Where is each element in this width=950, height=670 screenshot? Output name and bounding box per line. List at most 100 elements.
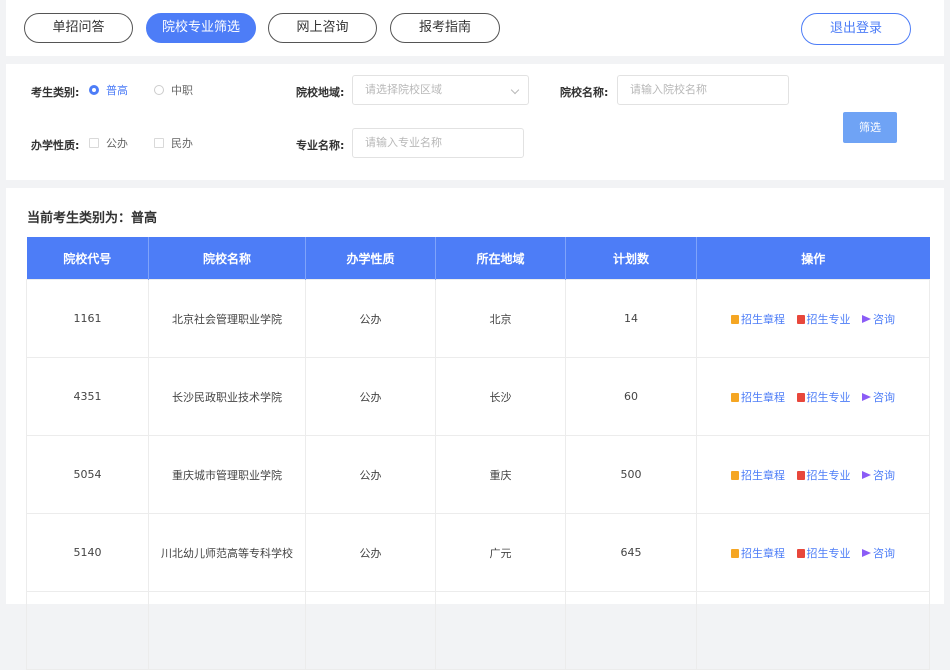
current-category-text: 当前考生类别为：普高	[27, 211, 158, 226]
brochure-label: 招生章程	[741, 468, 785, 482]
radio-general-high-label[interactable]: 普高	[106, 82, 128, 98]
cell-region: 北京	[435, 279, 566, 358]
brochure-label: 招生章程	[741, 546, 785, 560]
list-icon	[796, 470, 805, 480]
table-body: 1161 北京社会管理职业学院 公办 北京 14 招生章程 招生专业 咨询 43…	[26, 279, 930, 670]
table-row	[26, 591, 930, 670]
header-nature: 办学性质	[305, 237, 436, 280]
school-name-label: 院校名称:	[560, 86, 609, 99]
list-icon	[796, 392, 805, 402]
tab-school-major-filter[interactable]: 院校专业筛选	[146, 13, 256, 43]
checkbox-public-label[interactable]: 公办	[106, 135, 128, 151]
cell-actions	[696, 591, 930, 670]
brochure-label: 招生章程	[741, 312, 785, 326]
consult-link[interactable]: 咨询	[862, 547, 895, 560]
major-name-placeholder: 请输入专业名称	[365, 136, 442, 149]
student-type-label: 考生类别:	[31, 86, 80, 99]
cell-plan-count: 500	[565, 435, 697, 514]
consult-label: 咨询	[873, 312, 895, 326]
region-label: 院校地域:	[296, 86, 345, 99]
table-row: 4351 长沙民政职业技术学院 公办 长沙 60 招生章程 招生专业 咨询	[26, 357, 930, 436]
consult-label: 咨询	[873, 546, 895, 560]
majors-label: 招生专业	[806, 546, 851, 560]
header-school-name: 院校名称	[148, 237, 306, 280]
cell-school-name	[148, 591, 306, 670]
brochure-link[interactable]: 招生章程	[731, 469, 785, 482]
consult-link[interactable]: 咨询	[862, 469, 895, 482]
cell-school-code: 1161	[26, 279, 149, 358]
cell-school-name: 北京社会管理职业学院	[148, 279, 306, 358]
cell-school-name: 川北幼儿师范高等专科学校	[148, 513, 306, 592]
cell-actions: 招生章程 招生专业 咨询	[696, 513, 930, 592]
cell-actions: 招生章程 招生专业 咨询	[696, 279, 930, 358]
majors-link[interactable]: 招生专业	[796, 468, 851, 482]
table-row: 1161 北京社会管理职业学院 公办 北京 14 招生章程 招生专业 咨询	[26, 279, 930, 358]
results-table: 院校代号 院校名称 办学性质 所在地域 计划数 操作 1161 北京社会管理职业…	[26, 237, 930, 670]
cell-plan-count: 645	[565, 513, 697, 592]
school-name-input[interactable]: 请输入院校名称	[617, 75, 789, 105]
cell-school-name: 长沙民政职业技术学院	[148, 357, 306, 436]
checkbox-public[interactable]	[89, 138, 99, 148]
cell-plan-count: 60	[565, 357, 697, 436]
header-region: 所在地域	[435, 237, 566, 280]
consult-label: 咨询	[873, 390, 895, 404]
consult-link[interactable]: 咨询	[862, 391, 895, 404]
cell-nature: 公办	[305, 357, 436, 436]
book-icon	[731, 392, 739, 402]
checkbox-private[interactable]	[154, 138, 164, 148]
major-name-label: 专业名称:	[296, 139, 345, 152]
tab-single-recruit-qa[interactable]: 单招问答	[24, 13, 133, 43]
brochure-link[interactable]: 招生章程	[731, 313, 785, 326]
cell-school-code: 5140	[26, 513, 149, 592]
header-school-code: 院校代号	[26, 237, 149, 280]
checkbox-private-label[interactable]: 民办	[171, 135, 193, 151]
tab-online-consult[interactable]: 网上咨询	[268, 13, 377, 43]
cell-nature: 公办	[305, 513, 436, 592]
majors-link[interactable]: 招生专业	[796, 390, 851, 404]
major-name-input[interactable]: 请输入专业名称	[352, 128, 524, 158]
school-name-placeholder: 请输入院校名称	[630, 83, 707, 96]
majors-label: 招生专业	[806, 312, 851, 326]
radio-vocational-label[interactable]: 中职	[171, 82, 193, 98]
list-icon	[796, 314, 805, 324]
majors-label: 招生专业	[806, 390, 851, 404]
header-plan-count: 计划数	[565, 237, 697, 280]
brochure-label: 招生章程	[741, 390, 785, 404]
majors-link[interactable]: 招生专业	[796, 312, 851, 326]
logout-button[interactable]: 退出登录	[801, 13, 911, 45]
cell-actions: 招生章程 招生专业 咨询	[696, 435, 930, 514]
send-icon	[862, 314, 871, 323]
cell-nature: 公办	[305, 435, 436, 514]
chevron-down-icon	[510, 85, 520, 95]
book-icon	[731, 470, 739, 480]
header-actions: 操作	[696, 237, 930, 280]
majors-link[interactable]: 招生专业	[796, 546, 851, 560]
majors-label: 招生专业	[806, 468, 851, 482]
cell-actions: 招生章程 招生专业 咨询	[696, 357, 930, 436]
brochure-link[interactable]: 招生章程	[731, 391, 785, 404]
consult-label: 咨询	[873, 468, 895, 482]
consult-link[interactable]: 咨询	[862, 313, 895, 326]
list-icon	[796, 548, 805, 558]
send-icon	[862, 470, 871, 479]
filter-button[interactable]: 筛选	[843, 112, 897, 143]
cell-plan-count: 14	[565, 279, 697, 358]
radio-general-high[interactable]	[89, 85, 99, 95]
region-select[interactable]: 请选择院校区域	[352, 75, 529, 105]
cell-school-name: 重庆城市管理职业学院	[148, 435, 306, 514]
brochure-link[interactable]: 招生章程	[731, 547, 785, 560]
cell-nature: 公办	[305, 279, 436, 358]
book-icon	[731, 548, 739, 558]
nature-label: 办学性质:	[31, 139, 80, 152]
table-row: 5054 重庆城市管理职业学院 公办 重庆 500 招生章程 招生专业 咨询	[26, 435, 930, 514]
table-header-row: 院校代号 院校名称 办学性质 所在地域 计划数 操作	[26, 237, 930, 280]
radio-vocational[interactable]	[154, 85, 164, 95]
table-row: 5140 川北幼儿师范高等专科学校 公办 广元 645 招生章程 招生专业 咨询	[26, 513, 930, 592]
cell-region: 广元	[435, 513, 566, 592]
region-select-placeholder: 请选择院校区域	[365, 83, 442, 96]
tab-application-guide[interactable]: 报考指南	[390, 13, 500, 43]
send-icon	[862, 548, 871, 557]
book-icon	[731, 314, 739, 324]
cell-school-code: 5054	[26, 435, 149, 514]
cell-school-code	[26, 591, 149, 670]
